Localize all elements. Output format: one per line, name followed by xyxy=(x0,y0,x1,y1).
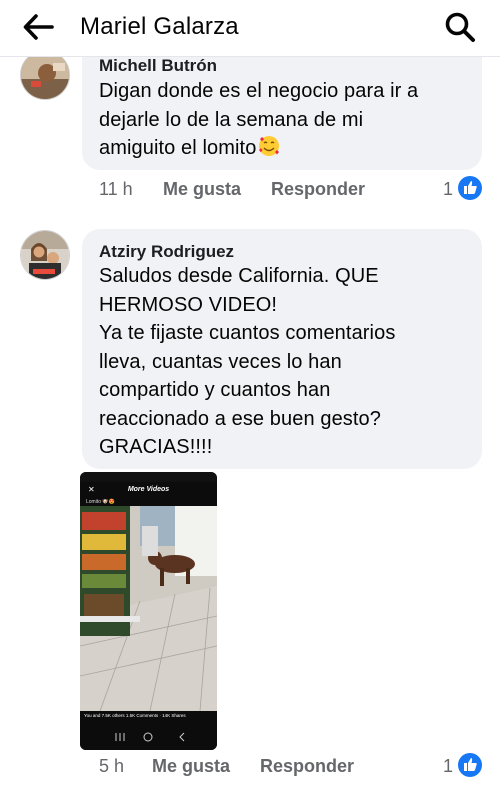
comment-line: amiguito el lomito xyxy=(99,137,257,159)
avatar[interactable] xyxy=(20,230,70,280)
avatar[interactable] xyxy=(20,50,70,100)
avatar-photo xyxy=(21,231,69,279)
top-bar: Mariel Galarza xyxy=(0,0,500,57)
search-button[interactable] xyxy=(444,10,476,44)
comment-author[interactable]: Michell Butrón xyxy=(99,56,217,76)
comment-timestamp: 5 h xyxy=(99,756,125,776)
comment-line: compartido y cuantos han xyxy=(99,379,331,401)
comment-line: GRACIAS!!!! xyxy=(99,436,213,458)
comment-line: reaccionado a ese buen gesto? xyxy=(99,407,382,430)
comment-text: Digan donde es el negocio para ir a deja… xyxy=(99,77,469,163)
comment-line: HERMOSO VIDEO! xyxy=(99,293,278,316)
comment-line: Saludos desde California. QUE xyxy=(99,265,379,287)
like-link[interactable]: Me gusta xyxy=(152,756,230,777)
avatar-photo xyxy=(21,51,69,99)
comment-text: Saludos desde California. QUE HERMOSO VI… xyxy=(99,262,469,462)
like-reaction-icon[interactable] xyxy=(458,176,482,200)
comment-line-last: amiguito el lomito xyxy=(99,134,469,163)
like-link[interactable]: Me gusta xyxy=(163,179,241,200)
thumbs-up-icon xyxy=(464,181,477,194)
reply-link[interactable]: Responder xyxy=(260,756,354,777)
comment-line: Digan donde es el negocio para ir a xyxy=(99,80,419,102)
comment-author[interactable]: Atziry Rodriguez xyxy=(99,242,234,262)
video-title: More Videos xyxy=(127,486,170,493)
search-icon xyxy=(445,12,475,42)
comment-line: Ya te fijaste cuantos comentarios xyxy=(99,322,396,344)
video-frame xyxy=(80,506,217,711)
comment-timestamp: 11 h xyxy=(99,179,133,199)
reply-link[interactable]: Responder xyxy=(271,179,365,200)
video-stats: You and 7.5K others 1.5K Comments · 14K … xyxy=(84,713,186,718)
phone-status-bar xyxy=(80,472,217,482)
reaction-count[interactable]: 1 xyxy=(443,179,453,200)
reaction-count[interactable]: 1 xyxy=(443,756,453,777)
arrow-left-icon xyxy=(23,14,54,40)
comment-line: lleva, cuantas veces lo han xyxy=(99,350,342,373)
comment-line: dejarle lo de la semana de mi xyxy=(99,108,364,131)
thumbs-up-icon xyxy=(464,758,477,771)
phone-nav-bar xyxy=(80,724,217,750)
page-title: Mariel Galarza xyxy=(80,13,239,40)
smiling-face-with-hearts-icon xyxy=(259,136,280,156)
back-button[interactable] xyxy=(22,12,56,42)
video-caption: Lomito 🐶😍 xyxy=(86,499,115,505)
like-reaction-icon[interactable] xyxy=(458,753,482,777)
video-attachment[interactable]: ✕ More Videos Lomito 🐶😍 You and 7.5K oth… xyxy=(80,472,217,750)
